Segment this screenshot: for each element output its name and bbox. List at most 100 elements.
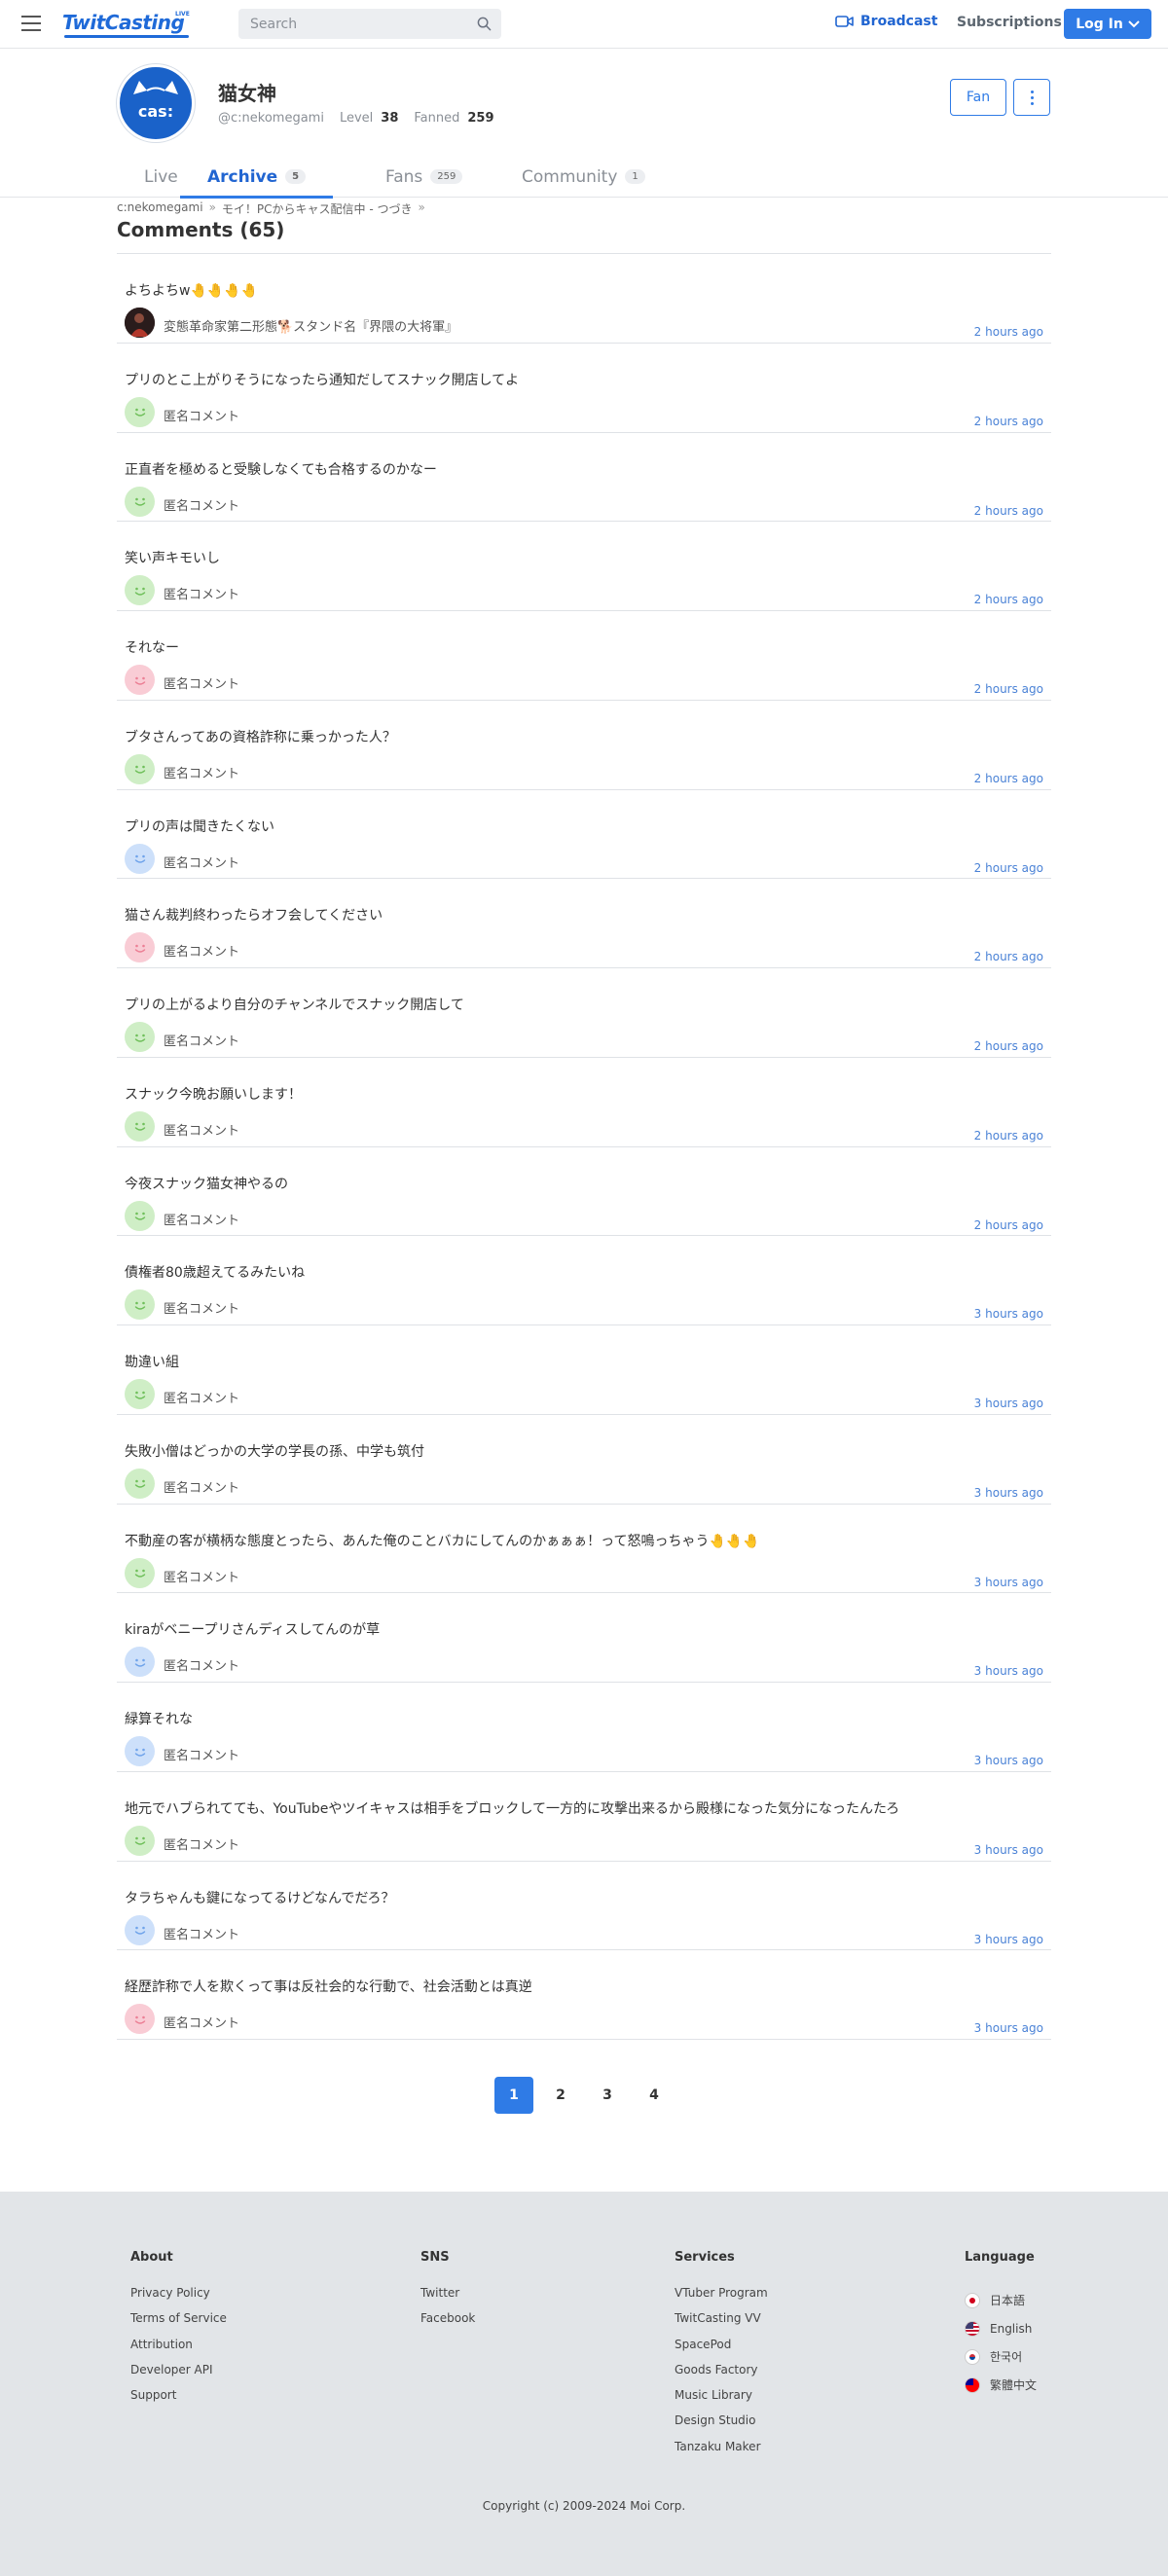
anonymous-avatar-icon[interactable]	[125, 1110, 155, 1142]
anonymous-avatar-icon[interactable]	[125, 1736, 155, 1766]
anonymous-avatar-icon[interactable]	[125, 665, 155, 695]
comment-item: 債権者80歳超えてるみたいね 匿名コメント 3 hours ago	[117, 1236, 1051, 1325]
language-option-en[interactable]: English	[965, 2314, 1037, 2342]
anonymous-avatar-icon[interactable]	[125, 1379, 155, 1409]
comment-list: よちよちw🤚🤚🤚🤚 変態革命家第二形態🐕スタンド名『界隈の大将軍』 2 hours …	[117, 254, 1051, 2040]
comment-author: 匿名コメント	[164, 1302, 240, 1318]
footer-link[interactable]: SpacePod	[675, 2338, 768, 2363]
comment-timestamp[interactable]: 3 hours ago	[974, 1843, 1043, 1857]
comment-text: スナック今晩お願いします！	[125, 1086, 302, 1103]
tab-fans[interactable]: Fans 259	[385, 156, 463, 198]
anonymous-avatar-icon[interactable]	[125, 486, 155, 517]
broadcast-link[interactable]: Broadcast	[835, 14, 937, 29]
breadcrumb-separator: »	[418, 200, 425, 214]
footer-link[interactable]: Goods Factory	[675, 2363, 768, 2388]
tab-label: Fans	[385, 166, 423, 187]
footer-heading: Language	[965, 2250, 1035, 2265]
footer-link[interactable]: Attribution	[130, 2338, 227, 2363]
tab-community[interactable]: Community 1	[522, 156, 645, 198]
comment-author: 匿名コメント	[164, 855, 240, 871]
anonymous-avatar-icon[interactable]	[125, 932, 155, 963]
page-button[interactable]: 1	[494, 2077, 533, 2114]
us-flag-icon	[965, 2320, 980, 2337]
footer-link[interactable]: Facebook	[420, 2311, 475, 2337]
comment-timestamp[interactable]: 2 hours ago	[974, 1039, 1043, 1053]
comment-item: それなー 匿名コメント 2 hours ago	[117, 611, 1051, 701]
footer-link[interactable]: TwitCasting VV	[675, 2311, 768, 2337]
footer-link[interactable]: Music Library	[675, 2388, 768, 2413]
comment-timestamp[interactable]: 2 hours ago	[974, 682, 1043, 696]
footer-link[interactable]: Developer API	[130, 2363, 227, 2388]
subscriptions-link[interactable]: Subscriptions	[957, 15, 1062, 30]
comment-timestamp[interactable]: 2 hours ago	[974, 1129, 1043, 1143]
language-option-zh-tw[interactable]: 繁體中文	[965, 2371, 1037, 2399]
anonymous-avatar-icon[interactable]	[125, 1647, 155, 1678]
comment-timestamp[interactable]: 2 hours ago	[974, 325, 1043, 339]
footer-link[interactable]: Privacy Policy	[130, 2286, 227, 2311]
cat-ears-icon	[133, 81, 178, 94]
level-label: Level	[339, 111, 374, 126]
comment-text: 緑算それな	[125, 1712, 193, 1727]
anonymous-avatar-icon[interactable]	[125, 1022, 155, 1052]
anonymous-avatar-icon[interactable]	[125, 396, 155, 427]
anonymous-avatar-icon[interactable]	[125, 1557, 155, 1588]
comment-timestamp[interactable]: 3 hours ago	[974, 1307, 1043, 1321]
anonymous-avatar-icon[interactable]	[125, 1289, 155, 1321]
footer-link[interactable]: Tanzaku Maker	[675, 2440, 768, 2465]
comment-timestamp[interactable]: 3 hours ago	[974, 1576, 1043, 1589]
login-button[interactable]: Log In	[1064, 9, 1151, 39]
comment-timestamp[interactable]: 2 hours ago	[974, 772, 1043, 785]
comment-text: kiraがベニープリさんディスしてんのが草	[125, 1622, 381, 1639]
comment-item: 笑い声キモいし 匿名コメント 2 hours ago	[117, 522, 1051, 611]
breadcrumb-user-link[interactable]: c:nekomegami	[117, 200, 203, 217]
taiwan-flag-icon	[965, 2376, 980, 2393]
japan-flag-icon	[965, 2292, 980, 2308]
anonymous-avatar-icon[interactable]	[125, 843, 155, 874]
site-logo[interactable]: TwitCasting	[62, 11, 185, 34]
footer-link[interactable]: Design Studio	[675, 2413, 768, 2439]
comment-author[interactable]: 変態革命家第二形態🐕スタンド名『界隈の大将軍』	[164, 316, 457, 335]
comment-timestamp[interactable]: 3 hours ago	[974, 1664, 1043, 1678]
anonymous-avatar-icon[interactable]	[125, 2004, 155, 2035]
comment-timestamp[interactable]: 2 hours ago	[974, 1218, 1043, 1232]
anonymous-avatar-icon[interactable]	[125, 575, 155, 606]
comment-timestamp[interactable]: 3 hours ago	[974, 1397, 1043, 1410]
comment-author: 匿名コメント	[164, 766, 240, 781]
comment-item: 経歴詐称で人を欺くって事は反社会的な行動で、社会活動とは真逆 匿名コメント 3 ho…	[117, 1950, 1051, 2040]
search-input[interactable]	[238, 9, 453, 39]
comment-timestamp[interactable]: 3 hours ago	[974, 1933, 1043, 1946]
comment-timestamp[interactable]: 3 hours ago	[974, 1754, 1043, 1767]
menu-icon[interactable]	[21, 16, 41, 31]
comment-timestamp[interactable]: 2 hours ago	[974, 415, 1043, 428]
fan-button[interactable]: Fan	[950, 79, 1006, 116]
page-button[interactable]: 2	[541, 2077, 580, 2114]
tab-live[interactable]: Live	[144, 156, 178, 198]
more-options-button[interactable]	[1013, 79, 1050, 116]
footer-link[interactable]: VTuber Program	[675, 2286, 768, 2311]
anonymous-avatar-icon[interactable]	[125, 1914, 155, 1945]
anonymous-avatar-icon[interactable]	[125, 1468, 155, 1499]
comment-timestamp[interactable]: 3 hours ago	[974, 2021, 1043, 2035]
comment-text: 地元でハブられてても、YouTubeやツイキャスは相手をブロックして一方的に攻撃…	[125, 1800, 900, 1817]
comment-timestamp[interactable]: 2 hours ago	[974, 861, 1043, 875]
anonymous-avatar-icon[interactable]	[125, 1200, 155, 1231]
tab-archive[interactable]: Archive 5	[180, 156, 334, 199]
anonymous-avatar-icon[interactable]	[125, 753, 155, 784]
page-button[interactable]: 3	[588, 2077, 627, 2114]
language-option-ja[interactable]: 日本語	[965, 2286, 1037, 2314]
footer-link[interactable]: Support	[130, 2388, 227, 2413]
top-navigation-bar: TwitCasting LIVE Broadcast Subscriptions…	[0, 0, 1168, 49]
profile-avatar[interactable]: cas:	[117, 64, 195, 142]
comment-timestamp[interactable]: 2 hours ago	[974, 950, 1043, 963]
anonymous-avatar-icon[interactable]	[125, 1825, 155, 1856]
search-icon[interactable]	[477, 17, 492, 31]
page-button[interactable]: 4	[635, 2077, 674, 2114]
language-option-ko[interactable]: 한국어	[965, 2342, 1037, 2371]
comment-timestamp[interactable]: 3 hours ago	[974, 1486, 1043, 1500]
user-avatar[interactable]	[125, 308, 155, 338]
comment-timestamp[interactable]: 2 hours ago	[974, 504, 1043, 518]
comment-timestamp[interactable]: 2 hours ago	[974, 593, 1043, 606]
breadcrumb-movie-link[interactable]: モイ！PCからキャス配信中 - つづき	[222, 200, 413, 217]
footer-link[interactable]: Terms of Service	[130, 2311, 227, 2337]
footer-link[interactable]: Twitter	[420, 2286, 475, 2311]
